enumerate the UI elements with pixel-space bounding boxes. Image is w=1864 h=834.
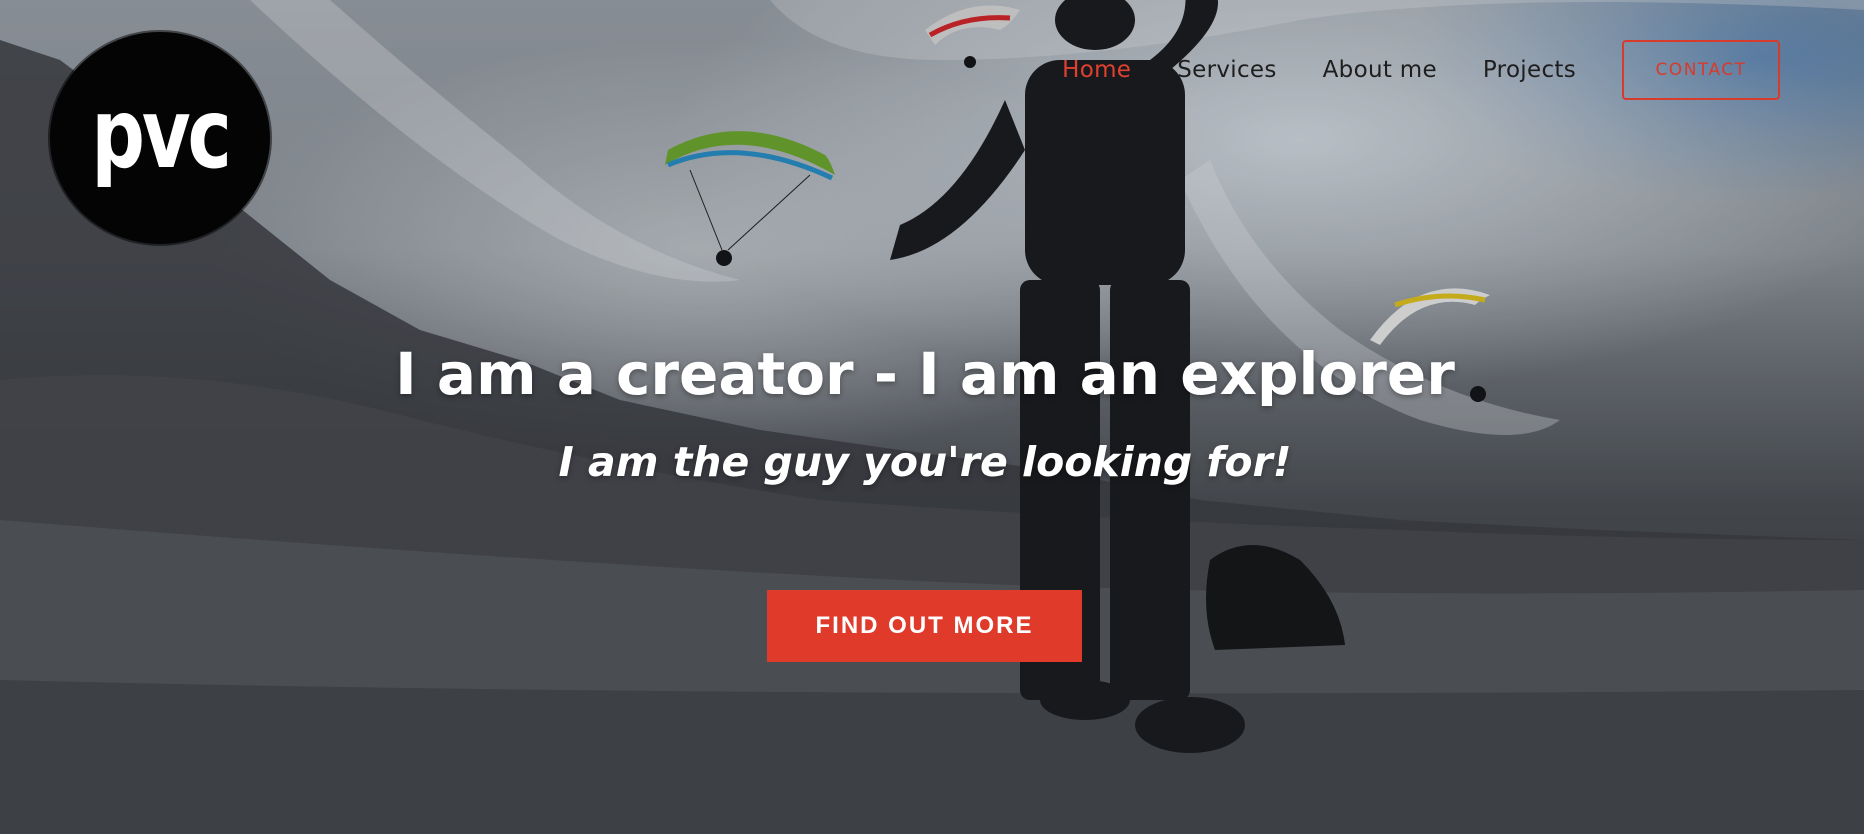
pvc-logo[interactable]: pvc — [50, 32, 270, 244]
find-out-more-button[interactable]: FIND OUT MORE — [767, 590, 1082, 662]
hero-section: pvc Home Services About me Projects CONT… — [0, 0, 1864, 834]
hero-background-image — [0, 0, 1864, 834]
nav-projects[interactable]: Projects — [1483, 57, 1576, 83]
main-navigation: Home Services About me Projects CONTACT — [1062, 40, 1780, 100]
nav-home[interactable]: Home — [1062, 57, 1131, 83]
nav-services[interactable]: Services — [1177, 57, 1276, 83]
hero-subline: I am the guy you're looking for! — [558, 438, 1292, 486]
hero-headline: I am a creator - I am an explorer — [395, 340, 1455, 408]
logo-text: pvc — [91, 78, 232, 190]
nav-about-me[interactable]: About me — [1323, 57, 1437, 83]
contact-button[interactable]: CONTACT — [1622, 40, 1780, 100]
